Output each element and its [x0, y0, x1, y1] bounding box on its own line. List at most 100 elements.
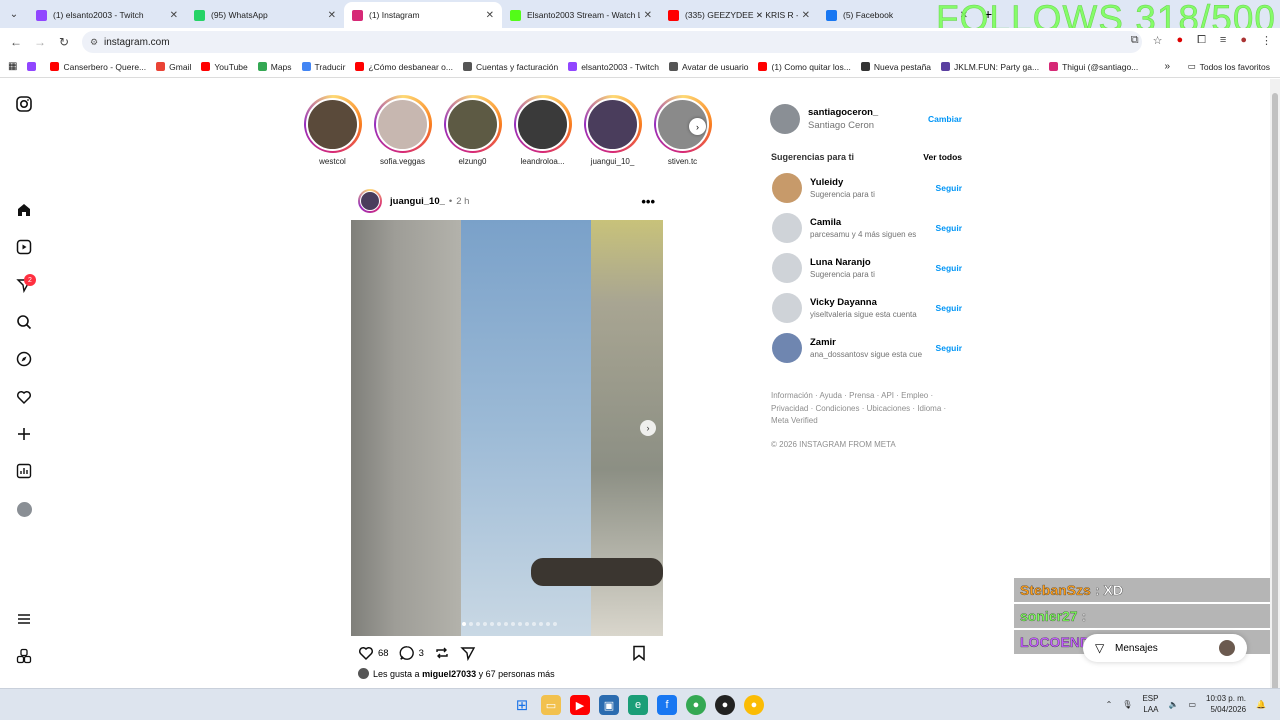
close-tab-icon[interactable]: ✕	[486, 10, 494, 21]
suggestion-avatar[interactable]	[772, 213, 802, 243]
see-all-link[interactable]: Ver todos	[923, 152, 962, 162]
story-item[interactable]: leandroloa...	[512, 95, 573, 166]
explore-icon[interactable]	[14, 349, 34, 369]
bookmark-item[interactable]	[27, 62, 40, 72]
back-button[interactable]: ←	[4, 35, 28, 49]
bookmark-item[interactable]: JKLM.FUN: Party ga...	[941, 62, 1039, 72]
suggestion-username[interactable]: Camila	[810, 217, 934, 228]
heart-icon[interactable]	[14, 387, 34, 407]
instagram-logo-icon[interactable]	[14, 94, 34, 114]
save-button[interactable]	[632, 645, 646, 661]
search-icon[interactable]	[14, 312, 34, 332]
browser-tab[interactable]: (1) elsanto2003 - Twitch ✕	[28, 2, 186, 28]
extension-icon[interactable]: ●	[1176, 34, 1183, 47]
bookmark-item[interactable]: Canserbero - Quere...	[50, 62, 146, 72]
browser-tab[interactable]: (335) GEEZYDEE ✕ KRIS R - PA ✕	[660, 2, 818, 28]
follow-button[interactable]: Seguir	[936, 303, 962, 313]
follow-button[interactable]: Seguir	[936, 343, 962, 353]
file-explorer-icon[interactable]: ▭	[541, 695, 561, 715]
browser-tab[interactable]: Elsanto2003 Stream - Watch Li ✕	[502, 2, 660, 28]
language-indicator[interactable]: ESP LAA	[1142, 693, 1158, 715]
extensions-puzzle-icon[interactable]: ⧠	[1197, 34, 1206, 47]
edge-icon[interactable]: e	[628, 695, 648, 715]
follow-button[interactable]: Seguir	[936, 263, 962, 273]
chrome-menu-icon[interactable]: ⋮	[1261, 34, 1272, 47]
post-options-icon[interactable]: •••	[641, 194, 655, 209]
comment-button[interactable]: 3	[399, 645, 424, 661]
suggestion-avatar[interactable]	[772, 253, 802, 283]
story-item[interactable]: elzung0	[442, 95, 503, 166]
forward-button[interactable]: →	[28, 35, 52, 49]
menu-icon[interactable]	[14, 609, 34, 629]
footer-links[interactable]: Información · Ayuda · Prensa · API · Emp…	[771, 390, 951, 428]
chrome-profile-icon[interactable]: ●	[744, 695, 764, 715]
site-info-icon[interactable]: ⚙	[90, 37, 98, 48]
suggestion-avatar[interactable]	[772, 333, 802, 363]
create-icon[interactable]	[14, 424, 34, 444]
close-tab-icon[interactable]: ✕	[170, 10, 178, 21]
post-username[interactable]: juangui_10_	[390, 196, 445, 207]
threads-icon[interactable]	[14, 646, 34, 666]
tray-overflow-icon[interactable]: ⌃	[1106, 700, 1113, 709]
switch-account-button[interactable]: Cambiar	[928, 114, 962, 124]
story-item[interactable]: westcol	[302, 95, 363, 166]
chrome-icon[interactable]: ●	[686, 695, 706, 715]
tab-search-icon[interactable]: ⌄	[0, 0, 28, 28]
home-icon[interactable]	[14, 200, 34, 220]
windows-start-icon[interactable]: ⊞	[512, 695, 532, 715]
facebook-icon[interactable]: f	[657, 695, 677, 715]
story-item[interactable]: juangui_10_	[582, 95, 643, 166]
obs-icon[interactable]: ●	[715, 695, 735, 715]
install-app-icon[interactable]: ⧉	[1131, 34, 1139, 47]
profile-avatar-icon[interactable]: ●	[1240, 34, 1247, 47]
suggestion-username[interactable]: Luna Naranjo	[810, 257, 934, 268]
all-bookmarks-button[interactable]: ▭ Todos los favoritos	[1188, 61, 1270, 72]
reload-button[interactable]: ↻	[52, 35, 76, 49]
youtube-icon[interactable]: ▶	[570, 695, 590, 715]
messages-pill[interactable]: ▽ Mensajes	[1083, 634, 1247, 662]
suggestion-username[interactable]: Vicky Dayanna	[810, 297, 934, 308]
close-tab-icon[interactable]: ✕	[328, 10, 336, 21]
suggestion-avatar[interactable]	[772, 293, 802, 323]
bookmark-star-icon[interactable]: ☆	[1153, 34, 1163, 47]
repost-button[interactable]	[434, 645, 450, 661]
post-author-avatar[interactable]	[358, 189, 382, 213]
address-bar[interactable]: ⚙ instagram.com	[82, 31, 1142, 53]
liked-by-suffix[interactable]: y 67 personas más	[479, 669, 555, 679]
profile-avatar[interactable]	[14, 499, 34, 519]
liked-by-user[interactable]: miguel27033	[422, 669, 476, 679]
apps-grid-icon[interactable]: ▦	[8, 61, 17, 72]
stories-next-icon[interactable]: ›	[689, 118, 706, 135]
close-tab-icon[interactable]: ✕	[644, 10, 652, 21]
story-item[interactable]: sofia.veggas	[372, 95, 433, 166]
microphone-icon[interactable]: 🎙	[1122, 700, 1132, 709]
bookmark-item[interactable]: Thigui (@santiago...	[1049, 62, 1138, 72]
volume-icon[interactable]: 🔈	[1168, 700, 1178, 709]
suggestion-username[interactable]: Zamir	[810, 337, 934, 348]
bookmark-item[interactable]: Gmail	[156, 62, 191, 72]
follow-button[interactable]: Seguir	[936, 223, 962, 233]
page-scrollbar[interactable]	[1270, 79, 1280, 693]
suggestion-username[interactable]: Yuleidy	[810, 177, 934, 188]
post-media[interactable]	[351, 220, 663, 636]
media-control-icon[interactable]: ≡	[1220, 34, 1226, 47]
bookmark-item[interactable]: Avatar de usuario	[669, 62, 748, 72]
carousel-next-icon[interactable]: ›	[640, 420, 656, 436]
store-icon[interactable]: ▣	[599, 695, 619, 715]
notifications-icon[interactable]: 🔔	[1256, 700, 1266, 709]
network-icon[interactable]: ▭	[1188, 700, 1196, 709]
bookmark-item[interactable]: Cuentas y facturación	[462, 62, 558, 72]
current-user-username[interactable]: santiagoceron_	[808, 107, 878, 118]
bookmark-item[interactable]: ¿Cómo desbanear o...	[355, 62, 453, 72]
bookmark-item[interactable]: Nueva pestaña	[860, 62, 931, 72]
browser-tab[interactable]: (1) Instagram ✕	[344, 2, 502, 28]
suggestion-avatar[interactable]	[772, 173, 802, 203]
bookmark-item[interactable]: (1) Como quitar los...	[758, 62, 851, 72]
bookmark-item[interactable]: Maps	[257, 62, 292, 72]
close-tab-icon[interactable]: ✕	[802, 10, 810, 21]
like-button[interactable]: 68	[358, 645, 389, 661]
reels-icon[interactable]	[14, 237, 34, 257]
bookmarks-overflow-icon[interactable]: »	[1164, 61, 1170, 72]
dashboard-icon[interactable]	[14, 461, 34, 481]
follow-button[interactable]: Seguir	[936, 183, 962, 193]
